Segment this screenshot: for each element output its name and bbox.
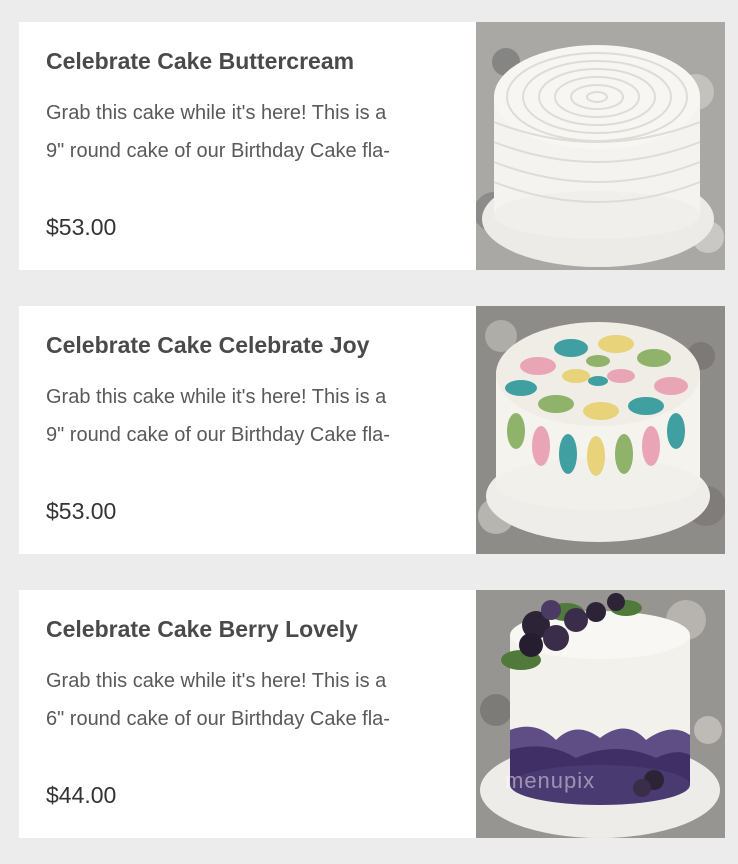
product-title[interactable]: Celebrate Cake Berry Lovely [46,616,358,643]
description-line: Grab this cake while it's here! This is … [46,102,387,124]
description-line: 9" round cake of our Birthday Cake fla- [46,140,390,162]
product-price: $53.00 [46,214,117,240]
product-description: Grab this cake while it's here! This is … [46,94,466,170]
watermark: menupix [505,768,596,793]
product-title[interactable]: Celebrate Cake Celebrate Joy [46,332,369,359]
product-card[interactable]: Celebrate Cake Celebrate Joy Grab this c… [19,306,725,554]
product-description: Grab this cake while it's here! This is … [46,662,466,738]
description-line: Grab this cake while it's here! This is … [46,386,387,408]
product-image[interactable] [476,22,725,270]
product-card[interactable]: Celebrate Cake Buttercream Grab this cak… [19,22,725,270]
product-info: Celebrate Cake Berry Lovely Grab this ca… [46,590,466,838]
product-title[interactable]: Celebrate Cake Buttercream [46,48,354,75]
product-price: $44.00 [46,782,117,808]
description-line: 9" round cake of our Birthday Cake fla- [46,424,390,446]
description-line: 6" round cake of our Birthday Cake fla- [46,708,390,730]
product-image[interactable] [476,590,725,838]
product-info: Celebrate Cake Buttercream Grab this cak… [46,22,466,270]
product-info: Celebrate Cake Celebrate Joy Grab this c… [46,306,466,554]
product-price: $53.00 [46,498,117,524]
product-card[interactable]: Celebrate Cake Berry Lovely Grab this ca… [19,590,725,838]
description-line: Grab this cake while it's here! This is … [46,670,387,692]
product-description: Grab this cake while it's here! This is … [46,378,466,454]
product-image[interactable] [476,306,725,554]
